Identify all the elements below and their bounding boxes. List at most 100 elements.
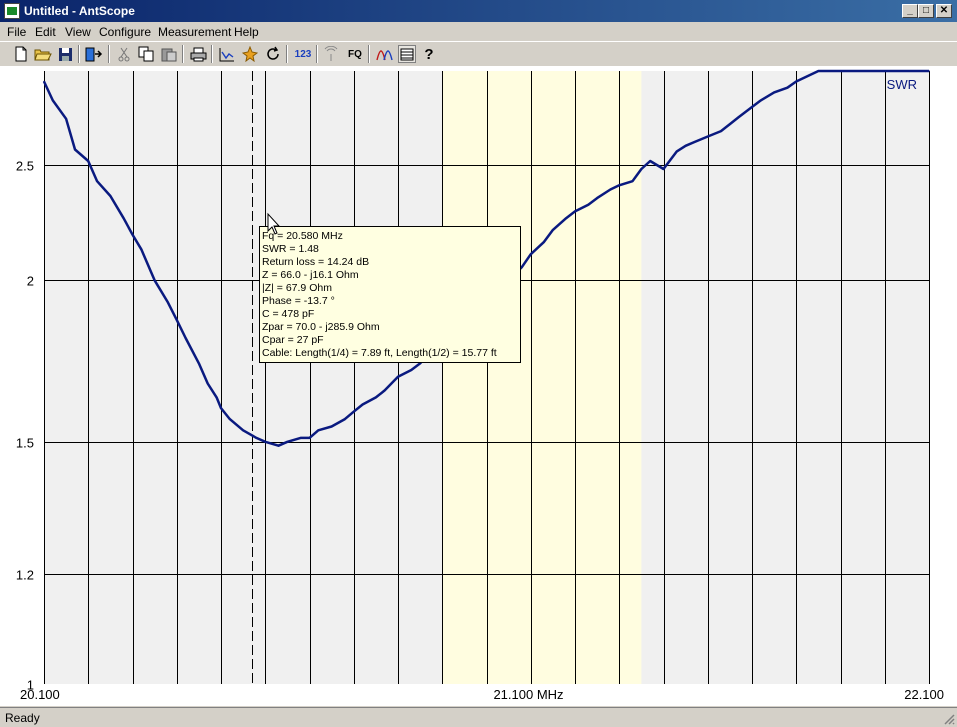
swr-data-point (131, 233, 134, 236)
swr-data-point (649, 160, 651, 162)
toolbar: 123 FQ ? (0, 41, 957, 65)
swr-data-point (751, 106, 753, 108)
swr-data-point (87, 160, 89, 162)
swr-data-point (264, 441, 267, 443)
toolbar-separator (182, 45, 184, 63)
cut-icon[interactable] (115, 45, 133, 63)
swr-data-point (760, 99, 762, 102)
status-text: Ready (5, 711, 40, 725)
menu-edit[interactable]: Edit (35, 25, 56, 39)
swr-data-point (410, 369, 413, 371)
swr-chart[interactable]: 1 1.2 1.5 2 2.5 20.100 21.100 MHz 22.100 SWR Fq =… (0, 66, 957, 706)
swr-data-point (277, 444, 280, 447)
menu-view[interactable]: View (65, 25, 91, 39)
toolbar-separator (368, 45, 370, 63)
refresh-icon[interactable] (264, 45, 282, 63)
band-highlight (442, 71, 642, 684)
tooltip-line: Zpar = 70.0 - j285.9 Ohm (262, 321, 380, 333)
swr-data-point (122, 217, 125, 219)
tooltip-line: |Z| = 67.9 Ohm (262, 282, 332, 294)
swr-data-point (720, 130, 722, 132)
swr-data-point (52, 99, 54, 102)
swr-data-point (839, 70, 842, 72)
minimize-button[interactable]: _ (902, 4, 918, 18)
save-disk-icon[interactable] (56, 45, 74, 63)
copy-icon[interactable] (137, 45, 155, 63)
swr-data-point (206, 382, 209, 385)
swr-data-point (184, 337, 187, 339)
swr-data-point (344, 418, 346, 420)
swr-data-point (109, 195, 112, 197)
swr-data-point (521, 266, 523, 268)
swr-data-point (299, 437, 302, 439)
resize-grip-icon[interactable] (943, 713, 955, 725)
toolbar-separator (78, 45, 80, 63)
y-tick-label: 2 (27, 274, 34, 289)
swr-data-point (43, 80, 45, 83)
help-icon[interactable]: ? (420, 45, 438, 63)
menu-file[interactable]: File (7, 25, 26, 39)
swr-data-point (640, 168, 643, 170)
x-tick-label: 21.100 MHz (493, 687, 563, 702)
swr-data-point (684, 145, 687, 147)
swr-data-point (631, 180, 634, 182)
export-icon[interactable] (85, 45, 103, 63)
swr-data-point (198, 362, 200, 365)
menu-measurement[interactable]: Measurement (158, 25, 231, 39)
swr-data-point (375, 396, 377, 399)
swr-data-point (587, 203, 590, 206)
tooltip-line: Cable: Length(1/4) = 7.89 ft, Length(1/2… (262, 347, 497, 359)
swr-data-point (286, 441, 289, 443)
swr-data-point (140, 248, 143, 251)
swr-data-point (565, 217, 567, 219)
title-bar[interactable]: Untitled - AntScope _ □ ✕ (0, 0, 957, 22)
swr-data-point (786, 86, 789, 89)
signal-icon[interactable] (322, 45, 340, 63)
tooltip-line: Return loss = 14.24 dB (262, 256, 369, 268)
numbers-icon[interactable]: 123 (293, 45, 313, 63)
close-button[interactable]: ✕ (936, 4, 952, 18)
menu-configure[interactable]: Configure (99, 25, 151, 39)
swr-data-point (242, 429, 244, 432)
fq-icon[interactable]: FQ (345, 45, 365, 63)
print-icon[interactable] (189, 45, 207, 63)
tooltip-line: C = 478 pF (262, 308, 314, 320)
swr-data-point (229, 418, 231, 420)
maximize-button[interactable]: □ (918, 4, 934, 18)
swr-data-point (883, 70, 886, 72)
toolbar-separator (211, 45, 213, 63)
y-tick-label: 1.5 (16, 436, 34, 451)
swr-data-point (729, 123, 731, 125)
open-folder-icon[interactable] (34, 45, 52, 63)
graph-icon[interactable] (218, 45, 236, 63)
paste-icon[interactable] (160, 45, 178, 63)
tooltip-line: Z = 66.0 - j16.1 Ohm (262, 269, 359, 281)
swr-data-point (676, 150, 678, 153)
toolbar-separator (316, 45, 318, 63)
menu-help[interactable]: Help (234, 25, 259, 39)
curves-icon[interactable] (375, 45, 393, 63)
swr-data-point (352, 410, 355, 413)
menu-bar: File Edit View Configure Measurement Hel… (0, 22, 957, 41)
swr-data-point (773, 91, 775, 94)
swr-data-point (74, 148, 76, 151)
swr-data-point (609, 188, 612, 191)
swr-data-point (383, 389, 386, 392)
swr-data-point (215, 396, 218, 399)
new-file-icon[interactable] (12, 45, 30, 63)
swr-data-point (308, 437, 311, 439)
toolbar-separator (108, 45, 110, 63)
swr-data-point (928, 70, 930, 72)
sweep-icon[interactable] (241, 45, 259, 63)
swr-data-point (662, 168, 665, 170)
y-tick-label: 1.2 (16, 568, 34, 583)
x-tick-label: 20.100 (20, 687, 60, 702)
table-icon[interactable] (398, 45, 416, 63)
swr-data-point (175, 319, 178, 321)
swr-data-point (153, 279, 156, 282)
tooltip-line: Cpar = 27 pF (262, 334, 324, 346)
app-icon (4, 3, 20, 19)
swr-data-point (574, 210, 576, 213)
swr-data-point (552, 229, 554, 231)
x-tick-label: 22.100 (904, 687, 944, 702)
